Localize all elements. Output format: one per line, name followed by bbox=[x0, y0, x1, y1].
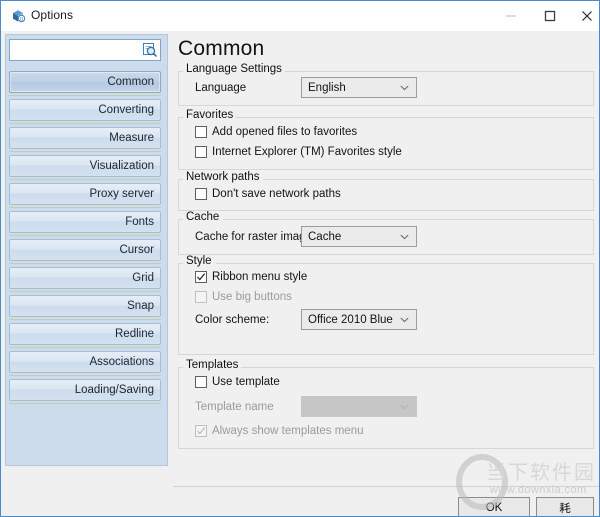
checkbox-label: Don't save network paths bbox=[212, 188, 341, 200]
color-scheme-label: Color scheme: bbox=[195, 314, 270, 326]
search-input[interactable] bbox=[10, 40, 140, 60]
sidebar-item-fonts[interactable]: Fonts bbox=[9, 211, 161, 236]
checkbox-box bbox=[195, 126, 207, 138]
sidebar-item-visualization[interactable]: Visualization bbox=[9, 155, 161, 180]
cancel-button-label: 耗 bbox=[559, 502, 571, 515]
checkbox-dont-save-network-paths[interactable]: Don't save network paths bbox=[195, 188, 341, 200]
close-button[interactable] bbox=[564, 1, 599, 30]
sidebar-item-associations[interactable]: Associations bbox=[9, 351, 161, 376]
cancel-button[interactable]: 耗 bbox=[536, 497, 594, 516]
group-label-favorites: Favorites bbox=[184, 109, 237, 121]
title-bar: 0 Options bbox=[1, 1, 599, 31]
sidebar-item-label: Converting bbox=[98, 104, 154, 116]
checkbox-label: Always show templates menu bbox=[212, 425, 364, 437]
language-value: English bbox=[308, 81, 346, 94]
group-language-settings: Language Settings Language English bbox=[178, 63, 594, 106]
sidebar-item-grid[interactable]: Grid bbox=[9, 267, 161, 292]
sidebar-item-label: Common bbox=[107, 76, 154, 88]
checkbox-box bbox=[195, 188, 207, 200]
chevron-down-icon bbox=[400, 82, 409, 94]
search-icon[interactable] bbox=[142, 42, 158, 58]
sidebar-item-loading-saving[interactable]: Loading/Saving bbox=[9, 379, 161, 404]
checkbox-box bbox=[195, 146, 207, 158]
color-scheme-select[interactable]: Office 2010 Blue bbox=[301, 309, 417, 330]
sidebar-item-proxy-server[interactable]: Proxy server bbox=[9, 183, 161, 208]
app-cube-icon: 0 bbox=[10, 8, 26, 24]
group-label-templates: Templates bbox=[184, 359, 242, 371]
template-name-select[interactable] bbox=[301, 396, 417, 417]
sidebar-item-label: Measure bbox=[109, 132, 154, 144]
search-box[interactable] bbox=[9, 39, 161, 61]
ok-button-label: OK bbox=[485, 501, 503, 514]
sidebar-item-common[interactable]: Common bbox=[9, 71, 161, 96]
sidebar-item-converting[interactable]: Converting bbox=[9, 99, 161, 124]
sidebar-item-label: Cursor bbox=[119, 244, 154, 256]
checkbox-label: Use big buttons bbox=[212, 291, 292, 303]
group-label-network-paths: Network paths bbox=[184, 171, 263, 183]
group-templates: Templates Use template Template name Alw… bbox=[178, 359, 594, 449]
language-select[interactable]: English bbox=[301, 77, 417, 98]
cache-raster-value: Cache bbox=[308, 230, 342, 243]
sidebar-item-measure[interactable]: Measure bbox=[9, 127, 161, 152]
page-title: Common bbox=[178, 37, 265, 60]
checkbox-always-show-templates-menu[interactable]: Always show templates menu bbox=[195, 425, 363, 437]
window-title: Options bbox=[31, 8, 74, 22]
language-label: Language bbox=[195, 82, 247, 94]
settings-category-list: Common Converting Measure Visualization … bbox=[9, 71, 161, 407]
sidebar-item-label: Associations bbox=[89, 356, 154, 368]
group-label-cache: Cache bbox=[184, 211, 223, 223]
sidebar-item-cursor[interactable]: Cursor bbox=[9, 239, 161, 264]
sidebar-item-label: Visualization bbox=[89, 160, 154, 172]
sidebar-item-label: Loading/Saving bbox=[74, 384, 154, 396]
checkbox-box bbox=[195, 271, 207, 283]
sidebar-item-snap[interactable]: Snap bbox=[9, 295, 161, 320]
minimize-icon bbox=[505, 10, 517, 22]
checkbox-label: Internet Explorer (TM) Favorites style bbox=[212, 146, 402, 158]
options-dialog: 0 Options Common Converting Measure Visu… bbox=[0, 0, 600, 517]
sidebar-item-label: Snap bbox=[127, 300, 154, 312]
chevron-down-icon bbox=[400, 401, 409, 413]
checkbox-label: Ribbon menu style bbox=[212, 271, 308, 283]
group-style: Style Ribbon menu style Use big buttons … bbox=[178, 255, 594, 355]
checkbox-label: Use template bbox=[212, 376, 280, 388]
sidebar-item-label: Redline bbox=[115, 328, 154, 340]
chevron-down-icon bbox=[400, 231, 409, 243]
group-label-style: Style bbox=[184, 255, 215, 267]
checkbox-add-opened-files[interactable]: Add opened files to favorites bbox=[195, 126, 357, 138]
chevron-down-icon bbox=[400, 314, 409, 326]
group-favorites: Favorites Add opened files to favorites … bbox=[178, 109, 594, 170]
checkbox-box bbox=[195, 291, 207, 303]
sidebar-item-label: Fonts bbox=[125, 216, 154, 228]
checkbox-ribbon-menu-style[interactable]: Ribbon menu style bbox=[195, 271, 307, 283]
sidebar-item-label: Grid bbox=[132, 272, 154, 284]
maximize-icon bbox=[544, 10, 556, 22]
group-label-language-settings: Language Settings bbox=[184, 63, 285, 75]
checkbox-ie-favorites-style[interactable]: Internet Explorer (TM) Favorites style bbox=[195, 146, 402, 158]
sidebar-item-redline[interactable]: Redline bbox=[9, 323, 161, 348]
checkbox-use-template[interactable]: Use template bbox=[195, 376, 280, 388]
group-network-paths: Network paths Don't save network paths bbox=[178, 171, 594, 211]
checkbox-box bbox=[195, 376, 207, 388]
cache-raster-select[interactable]: Cache bbox=[301, 226, 417, 247]
group-cache: Cache Cache for raster images: Cache bbox=[178, 211, 594, 255]
color-scheme-value: Office 2010 Blue bbox=[308, 313, 393, 326]
settings-panel: Common Language Settings Language Englis… bbox=[173, 31, 599, 516]
dialog-footer: OK 耗 bbox=[173, 487, 599, 516]
checkbox-label: Add opened files to favorites bbox=[212, 126, 358, 138]
checkbox-box bbox=[195, 425, 207, 437]
sidebar-item-label: Proxy server bbox=[89, 188, 154, 200]
checkbox-use-big-buttons[interactable]: Use big buttons bbox=[195, 291, 292, 303]
ok-button[interactable]: OK bbox=[458, 497, 530, 516]
svg-text:0: 0 bbox=[20, 17, 23, 23]
close-icon bbox=[581, 10, 593, 22]
template-name-label: Template name bbox=[195, 401, 274, 413]
